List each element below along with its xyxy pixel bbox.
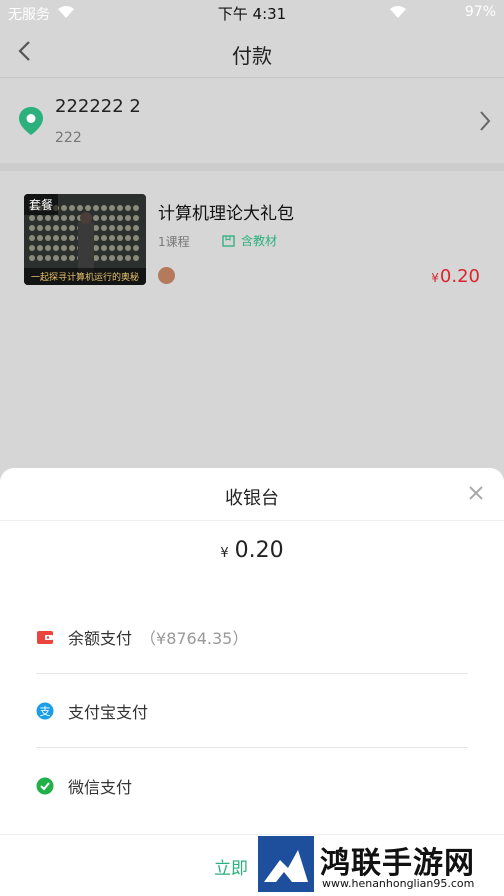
- thumbnail-tag: 套餐: [24, 194, 59, 215]
- pay-method-label: 微信支付: [68, 778, 133, 797]
- pay-method-alipay[interactable]: 支 支付宝支付: [36, 674, 468, 748]
- address-detail: 222: [55, 130, 82, 146]
- divider: [0, 834, 504, 835]
- wallet-icon: [37, 630, 53, 644]
- watermark-url: www.henanhonglian95.com: [322, 877, 475, 890]
- close-icon[interactable]: [468, 485, 484, 501]
- materials-badge: 含教材: [222, 232, 277, 249]
- watermark: 鸿联手游网 www.henanhonglian95.com: [258, 836, 504, 896]
- status-time: 下午 4:31: [217, 5, 287, 23]
- watermark-logo: [258, 836, 314, 892]
- address-row[interactable]: 222222 2 222: [0, 79, 504, 163]
- alipay-icon: 支: [36, 702, 54, 719]
- course-count: 1课程: [158, 235, 190, 249]
- currency-symbol: ¥: [220, 546, 229, 561]
- nav-header: 付款: [0, 26, 504, 78]
- product-thumbnail: 套餐 一起探寻计算机运行的奥秘: [24, 194, 146, 285]
- status-bar: 无服务 下午 4:31 97%: [0, 0, 504, 26]
- wechat-pay-icon: [36, 777, 54, 795]
- avatar: [158, 267, 175, 284]
- currency-symbol: ¥: [431, 271, 439, 285]
- location-pin-icon: [19, 107, 43, 135]
- address-name: 222222 2: [55, 96, 141, 117]
- svg-text:支: 支: [40, 705, 51, 718]
- sheet-title: 收银台: [225, 488, 279, 509]
- book-icon: [222, 234, 235, 247]
- thumbnail-caption: 一起探寻计算机运行的奥秘: [24, 268, 146, 285]
- product-title: 计算机理论大礼包: [158, 204, 294, 224]
- pay-method-label: 支付宝支付: [68, 702, 149, 722]
- divider: [0, 520, 504, 521]
- balance-amount: （¥8764.35）: [140, 628, 249, 648]
- amount-value: 0.20: [234, 538, 284, 563]
- product-item: 套餐 一起探寻计算机运行的奥秘 计算机理论大礼包 1课程 含教材 ¥0.20: [0, 171, 504, 471]
- battery-label: 97%: [464, 4, 496, 20]
- page-title: 付款: [232, 44, 272, 68]
- checkout-amount: ¥0.20: [0, 538, 504, 563]
- signal-icon: [390, 6, 406, 18]
- product-price: ¥0.20: [431, 266, 480, 287]
- pay-method-label: 余额支付: [68, 628, 133, 648]
- pay-method-wechat[interactable]: 微信支付: [36, 749, 468, 823]
- section-divider: [0, 163, 504, 171]
- watermark-brand: 鸿联手游网: [320, 846, 475, 881]
- price-value: 0.20: [439, 266, 480, 287]
- chevron-right-icon: [480, 111, 491, 131]
- pay-method-balance[interactable]: 余额支付 （¥8764.35）: [36, 600, 468, 674]
- pay-now-button[interactable]: 立即: [214, 854, 248, 879]
- checkout-sheet: 收银台 ¥0.20 余额支付 （¥8764.35） 支 支付宝支付 微信支付 立…: [0, 468, 504, 896]
- materials-label: 含教材: [241, 234, 278, 248]
